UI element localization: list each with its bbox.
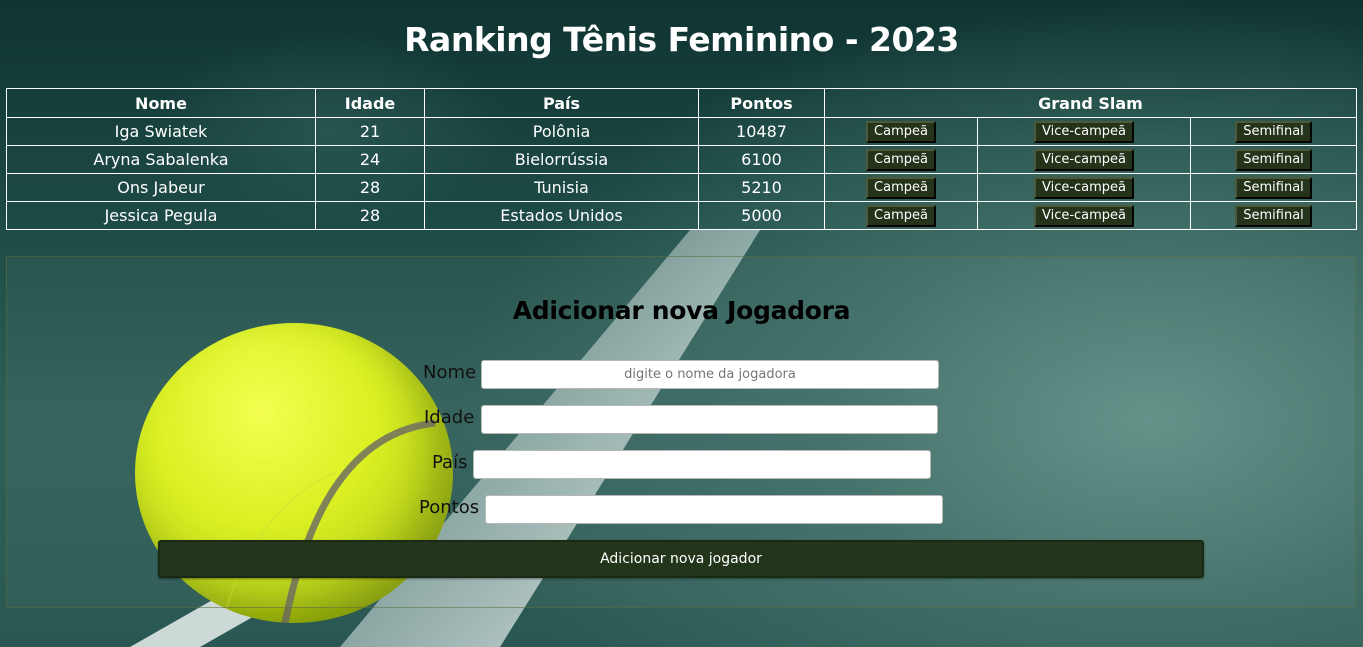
header-name: Nome [6, 88, 316, 118]
cell-age: 24 [315, 145, 425, 174]
cell-champion: Campeã [824, 117, 978, 146]
champion-button[interactable]: Campeã [866, 149, 936, 171]
semifinal-button[interactable]: Semifinal [1235, 149, 1312, 171]
cell-country: Tunisia [424, 173, 699, 202]
table-row: Jessica Pegula 28 Estados Unidos 5000 Ca… [6, 201, 1358, 230]
cell-points: 10487 [698, 117, 825, 146]
header-points: Pontos [698, 88, 825, 118]
cell-age: 28 [315, 173, 425, 202]
cell-country: Bielorrússia [424, 145, 699, 174]
runner-up-button[interactable]: Vice-campeã [1033, 177, 1135, 199]
cell-semifinal: Semifinal [1189, 145, 1358, 174]
name-label: Nome [423, 362, 477, 383]
cell-name: Ons Jabeur [6, 173, 316, 202]
cell-points: 5000 [698, 201, 825, 230]
champion-button[interactable]: Campeã [866, 205, 936, 227]
ranking-table: Nome Idade País Pontos Grand Slam Iga Sw… [6, 88, 1358, 230]
cell-name: Aryna Sabalenka [6, 145, 316, 174]
champion-button[interactable]: Campeã [866, 121, 936, 143]
cell-country: Polônia [424, 117, 699, 146]
cell-semifinal: Semifinal [1189, 117, 1358, 146]
cell-champion: Campeã [824, 201, 978, 230]
cell-champion: Campeã [824, 145, 978, 174]
semifinal-button[interactable]: Semifinal [1235, 121, 1312, 143]
country-label: País [432, 452, 468, 473]
name-input[interactable] [481, 360, 939, 389]
cell-runner-up: Vice-campeã [977, 117, 1191, 146]
cell-champion: Campeã [824, 173, 978, 202]
points-label: Pontos [419, 497, 480, 518]
add-player-button[interactable]: Adicionar nova jogador [158, 540, 1204, 578]
cell-runner-up: Vice-campeã [977, 201, 1191, 230]
table-header-row: Nome Idade País Pontos Grand Slam [6, 88, 1358, 118]
table-row: Iga Swiatek 21 Polônia 10487 Campeã Vice… [6, 117, 1358, 146]
cell-country: Estados Unidos [424, 201, 699, 230]
header-grand-slam: Grand Slam [823, 88, 1358, 118]
cell-points: 6100 [698, 145, 825, 174]
header-country: País [424, 88, 699, 118]
table-row: Ons Jabeur 28 Tunisia 5210 Campeã Vice-c… [6, 173, 1358, 202]
header-age: Idade [315, 88, 425, 118]
cell-semifinal: Semifinal [1189, 173, 1358, 202]
cell-runner-up: Vice-campeã [977, 145, 1191, 174]
champion-button[interactable]: Campeã [866, 177, 936, 199]
country-input[interactable] [473, 450, 931, 479]
cell-age: 28 [315, 201, 425, 230]
points-input[interactable] [485, 495, 943, 524]
table-row: Aryna Sabalenka 24 Bielorrússia 6100 Cam… [6, 145, 1358, 174]
age-input[interactable] [481, 405, 938, 434]
age-label: Idade [424, 407, 475, 428]
cell-name: Iga Swiatek [6, 117, 316, 146]
semifinal-button[interactable]: Semifinal [1235, 205, 1312, 227]
form-title: Adicionar nova Jogadora [512, 296, 851, 325]
cell-points: 5210 [698, 173, 825, 202]
cell-semifinal: Semifinal [1189, 201, 1358, 230]
cell-age: 21 [315, 117, 425, 146]
cell-name: Jessica Pegula [6, 201, 316, 230]
runner-up-button[interactable]: Vice-campeã [1033, 149, 1135, 171]
runner-up-button[interactable]: Vice-campeã [1033, 121, 1135, 143]
runner-up-button[interactable]: Vice-campeã [1033, 205, 1135, 227]
semifinal-button[interactable]: Semifinal [1235, 177, 1312, 199]
page-title: Ranking Tênis Feminino - 2023 [404, 20, 959, 59]
cell-runner-up: Vice-campeã [977, 173, 1191, 202]
